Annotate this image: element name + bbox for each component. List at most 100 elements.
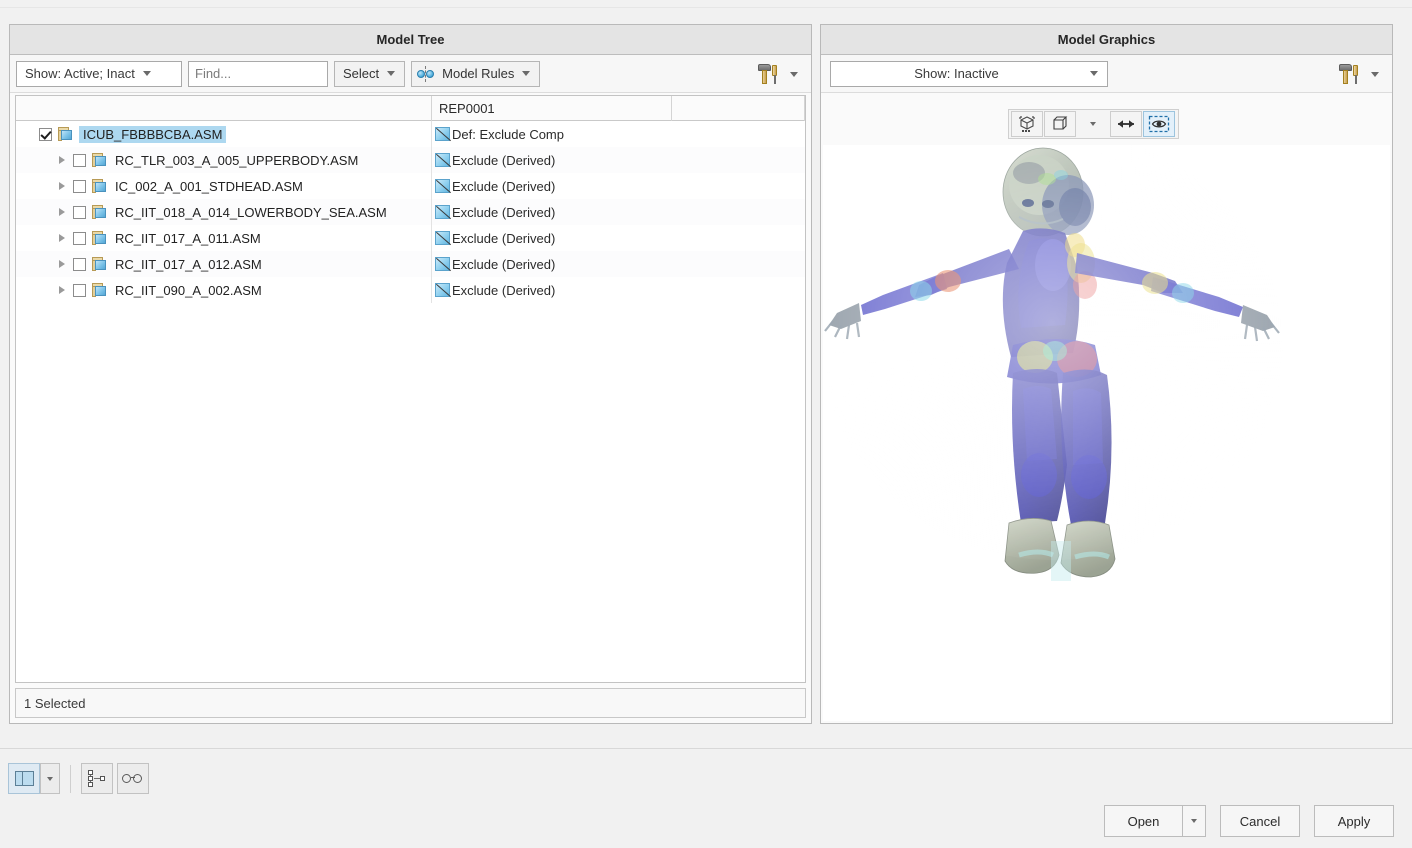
chevron-down-icon	[47, 776, 53, 781]
hierarchy-tree-icon	[87, 769, 107, 788]
robot-model-render	[823, 145, 1390, 721]
tree-show-filter-dropdown[interactable]: Show: Active; Inact	[16, 60, 182, 87]
tree-status-bar: 1 Selected	[15, 688, 806, 718]
exclude-state-icon	[435, 179, 450, 193]
model-rules-icon	[417, 65, 436, 82]
tree-row[interactable]: IC_002_A_001_STDHEAD.ASM Exclude (Derived…	[16, 173, 805, 199]
tree-row-list: ICUB_FBBBBCBA.ASM Def: Exclude Comp RC_TLR…	[16, 121, 805, 682]
layout-dropdown-button[interactable]	[40, 763, 60, 794]
select-button[interactable]: Select	[334, 60, 406, 87]
refit-model-button[interactable]	[1011, 111, 1043, 137]
tree-node-label: RC_IIT_017_A_011.ASM	[115, 230, 261, 246]
model-graphics-toolbar: Show: Inactive	[821, 55, 1392, 93]
tree-row-name-cell: RC_IIT_018_A_014_LOWERBODY_SEA.ASM	[16, 199, 432, 225]
row-checkbox[interactable]	[73, 257, 86, 271]
tree-row[interactable]: RC_IIT_090_A_002.ASM Exclude (Derived)	[16, 277, 805, 303]
tree-row-rep-cell: Exclude (Derived)	[432, 147, 672, 173]
tree-column-headers: REP0001	[16, 96, 805, 121]
exclude-state-icon	[435, 127, 450, 141]
expand-triangle-icon[interactable]	[56, 232, 68, 244]
column-header-name[interactable]	[16, 96, 432, 121]
model-graphics-viewport[interactable]	[823, 145, 1390, 721]
find-input[interactable]	[188, 60, 328, 87]
selection-count-text: 1 Selected	[24, 695, 86, 711]
row-checkbox[interactable]	[73, 231, 86, 245]
tree-row[interactable]: RC_IIT_018_A_014_LOWERBODY_SEA.ASM Exclud…	[16, 199, 805, 225]
tree-row-rep-cell: Def: Exclude Comp	[432, 121, 672, 147]
rep-state-text: Def: Exclude Comp	[452, 126, 564, 142]
glasses-preview-icon	[122, 773, 144, 785]
application-window: Model Tree Show: Active; Inact Select Mo…	[0, 0, 1412, 848]
expand-triangle-icon[interactable]	[56, 180, 68, 192]
select-button-label: Select	[343, 66, 380, 81]
refit-model-icon	[1019, 116, 1035, 132]
model-rules-button[interactable]: Model Rules	[411, 60, 541, 87]
column-header-blank[interactable]	[672, 96, 805, 121]
layout-split-pane-button[interactable]	[8, 763, 40, 794]
expand-triangle-icon[interactable]	[56, 284, 68, 296]
assembly-cube-icon	[92, 282, 108, 298]
row-checkbox[interactable]	[73, 283, 86, 297]
tree-row-name-cell: IC_002_A_001_STDHEAD.ASM	[16, 173, 432, 199]
rep-state-text: Exclude (Derived)	[452, 178, 556, 194]
tree-row-name-cell: RC_IIT_017_A_011.ASM	[16, 225, 432, 251]
assembly-cube-icon	[92, 256, 108, 272]
row-checkbox[interactable]	[73, 179, 86, 193]
open-button-group: Open	[1104, 805, 1206, 837]
tree-node-label: RC_IIT_090_A_002.ASM	[115, 282, 262, 298]
expand-triangle-icon[interactable]	[56, 258, 68, 270]
apply-button[interactable]: Apply	[1314, 805, 1394, 837]
flip-orientation-button[interactable]	[1110, 111, 1142, 137]
visibility-toggle-button[interactable]	[1143, 111, 1175, 137]
tree-row[interactable]: ICUB_FBBBBCBA.ASM Def: Exclude Comp	[16, 121, 805, 147]
chevron-down-icon	[387, 71, 396, 76]
exclude-state-icon	[435, 283, 450, 297]
tree-node-label: IC_002_A_001_STDHEAD.ASM	[115, 178, 303, 194]
model-tree-panel: Model Tree Show: Active; Inact Select Mo…	[9, 24, 812, 724]
model-graphics-panel: Model Graphics Show: Inactive	[820, 24, 1393, 724]
model-tree-table: REP0001 ICUB_FBBBBCBA.ASM Def: Exclude Co…	[15, 95, 806, 683]
tree-row[interactable]: RC_IIT_017_A_011.ASM Exclude (Derived)	[16, 225, 805, 251]
expand-triangle-icon[interactable]	[56, 154, 68, 166]
tree-show-filter-value: Show: Active; Inact	[25, 66, 135, 81]
tree-row-rep-cell: Exclude (Derived)	[432, 251, 672, 277]
exclude-state-icon	[435, 257, 450, 271]
tree-node-label: RC_IIT_017_A_012.ASM	[115, 256, 262, 272]
tree-row-name-cell: RC_IIT_090_A_002.ASM	[16, 277, 432, 303]
row-checkbox[interactable]	[73, 153, 86, 167]
cancel-button[interactable]: Cancel	[1220, 805, 1300, 837]
toolbar-divider	[70, 764, 71, 793]
graphics-tools-group	[1337, 60, 1386, 88]
rep-state-text: Exclude (Derived)	[452, 204, 556, 220]
row-checkbox[interactable]	[73, 205, 86, 219]
hammer-screwdriver-icon[interactable]	[756, 62, 782, 86]
exclude-state-icon	[435, 153, 450, 167]
preview-glasses-button[interactable]	[117, 763, 149, 794]
expand-triangle-icon[interactable]	[56, 206, 68, 218]
tree-row[interactable]: RC_IIT_017_A_012.ASM Exclude (Derived)	[16, 251, 805, 277]
top-strip	[0, 0, 1412, 8]
open-dropdown-button[interactable]	[1182, 805, 1206, 837]
hammer-screwdriver-icon[interactable]	[1337, 62, 1363, 86]
graphics-show-filter-dropdown[interactable]: Show: Inactive	[830, 60, 1108, 87]
model-tree-toolbar: Show: Active; Inact Select Model Rules	[10, 55, 811, 93]
display-style-button[interactable]	[1044, 111, 1076, 137]
column-header-rep0001[interactable]: REP0001	[432, 96, 672, 121]
tree-row-rep-cell: Exclude (Derived)	[432, 173, 672, 199]
hierarchy-view-button[interactable]	[81, 763, 113, 794]
display-style-dropdown[interactable]	[1077, 111, 1109, 137]
tree-node-label: RC_IIT_018_A_014_LOWERBODY_SEA.ASM	[115, 204, 387, 220]
chevron-down-icon[interactable]	[1371, 71, 1379, 77]
tree-row-name-cell: ICUB_FBBBBCBA.ASM	[16, 121, 432, 147]
assembly-cube-icon	[92, 230, 108, 246]
open-button[interactable]: Open	[1104, 805, 1182, 837]
tree-row[interactable]: RC_TLR_003_A_005_UPPERBODY.ASM Exclude (D…	[16, 147, 805, 173]
assembly-cube-icon	[92, 152, 108, 168]
assembly-cube-icon	[92, 178, 108, 194]
model-graphics-title: Model Graphics	[821, 25, 1392, 55]
display-style-cube-icon	[1053, 116, 1068, 130]
row-checkbox[interactable]	[39, 127, 52, 141]
chevron-down-icon[interactable]	[790, 71, 798, 77]
dialog-action-buttons: Open Cancel Apply	[1104, 805, 1394, 837]
double-arrow-icon	[1118, 120, 1134, 128]
